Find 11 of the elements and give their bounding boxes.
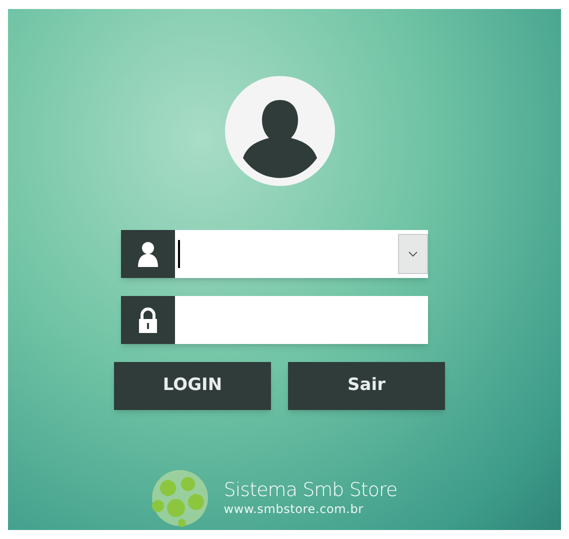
login-button[interactable]: LOGIN	[114, 362, 271, 410]
avatar-icon	[224, 76, 334, 186]
chevron-down-icon	[408, 251, 418, 257]
logo-title: Sistema Smb Store	[224, 478, 398, 502]
exit-button[interactable]: Sair	[288, 362, 445, 410]
logo-url: www.smbstore.com.br	[224, 502, 364, 518]
password-field[interactable]	[175, 296, 428, 344]
user-icon	[138, 241, 158, 267]
username-field[interactable]	[175, 230, 428, 278]
dropdown-button[interactable]	[398, 234, 428, 274]
lock-icon	[138, 307, 158, 333]
